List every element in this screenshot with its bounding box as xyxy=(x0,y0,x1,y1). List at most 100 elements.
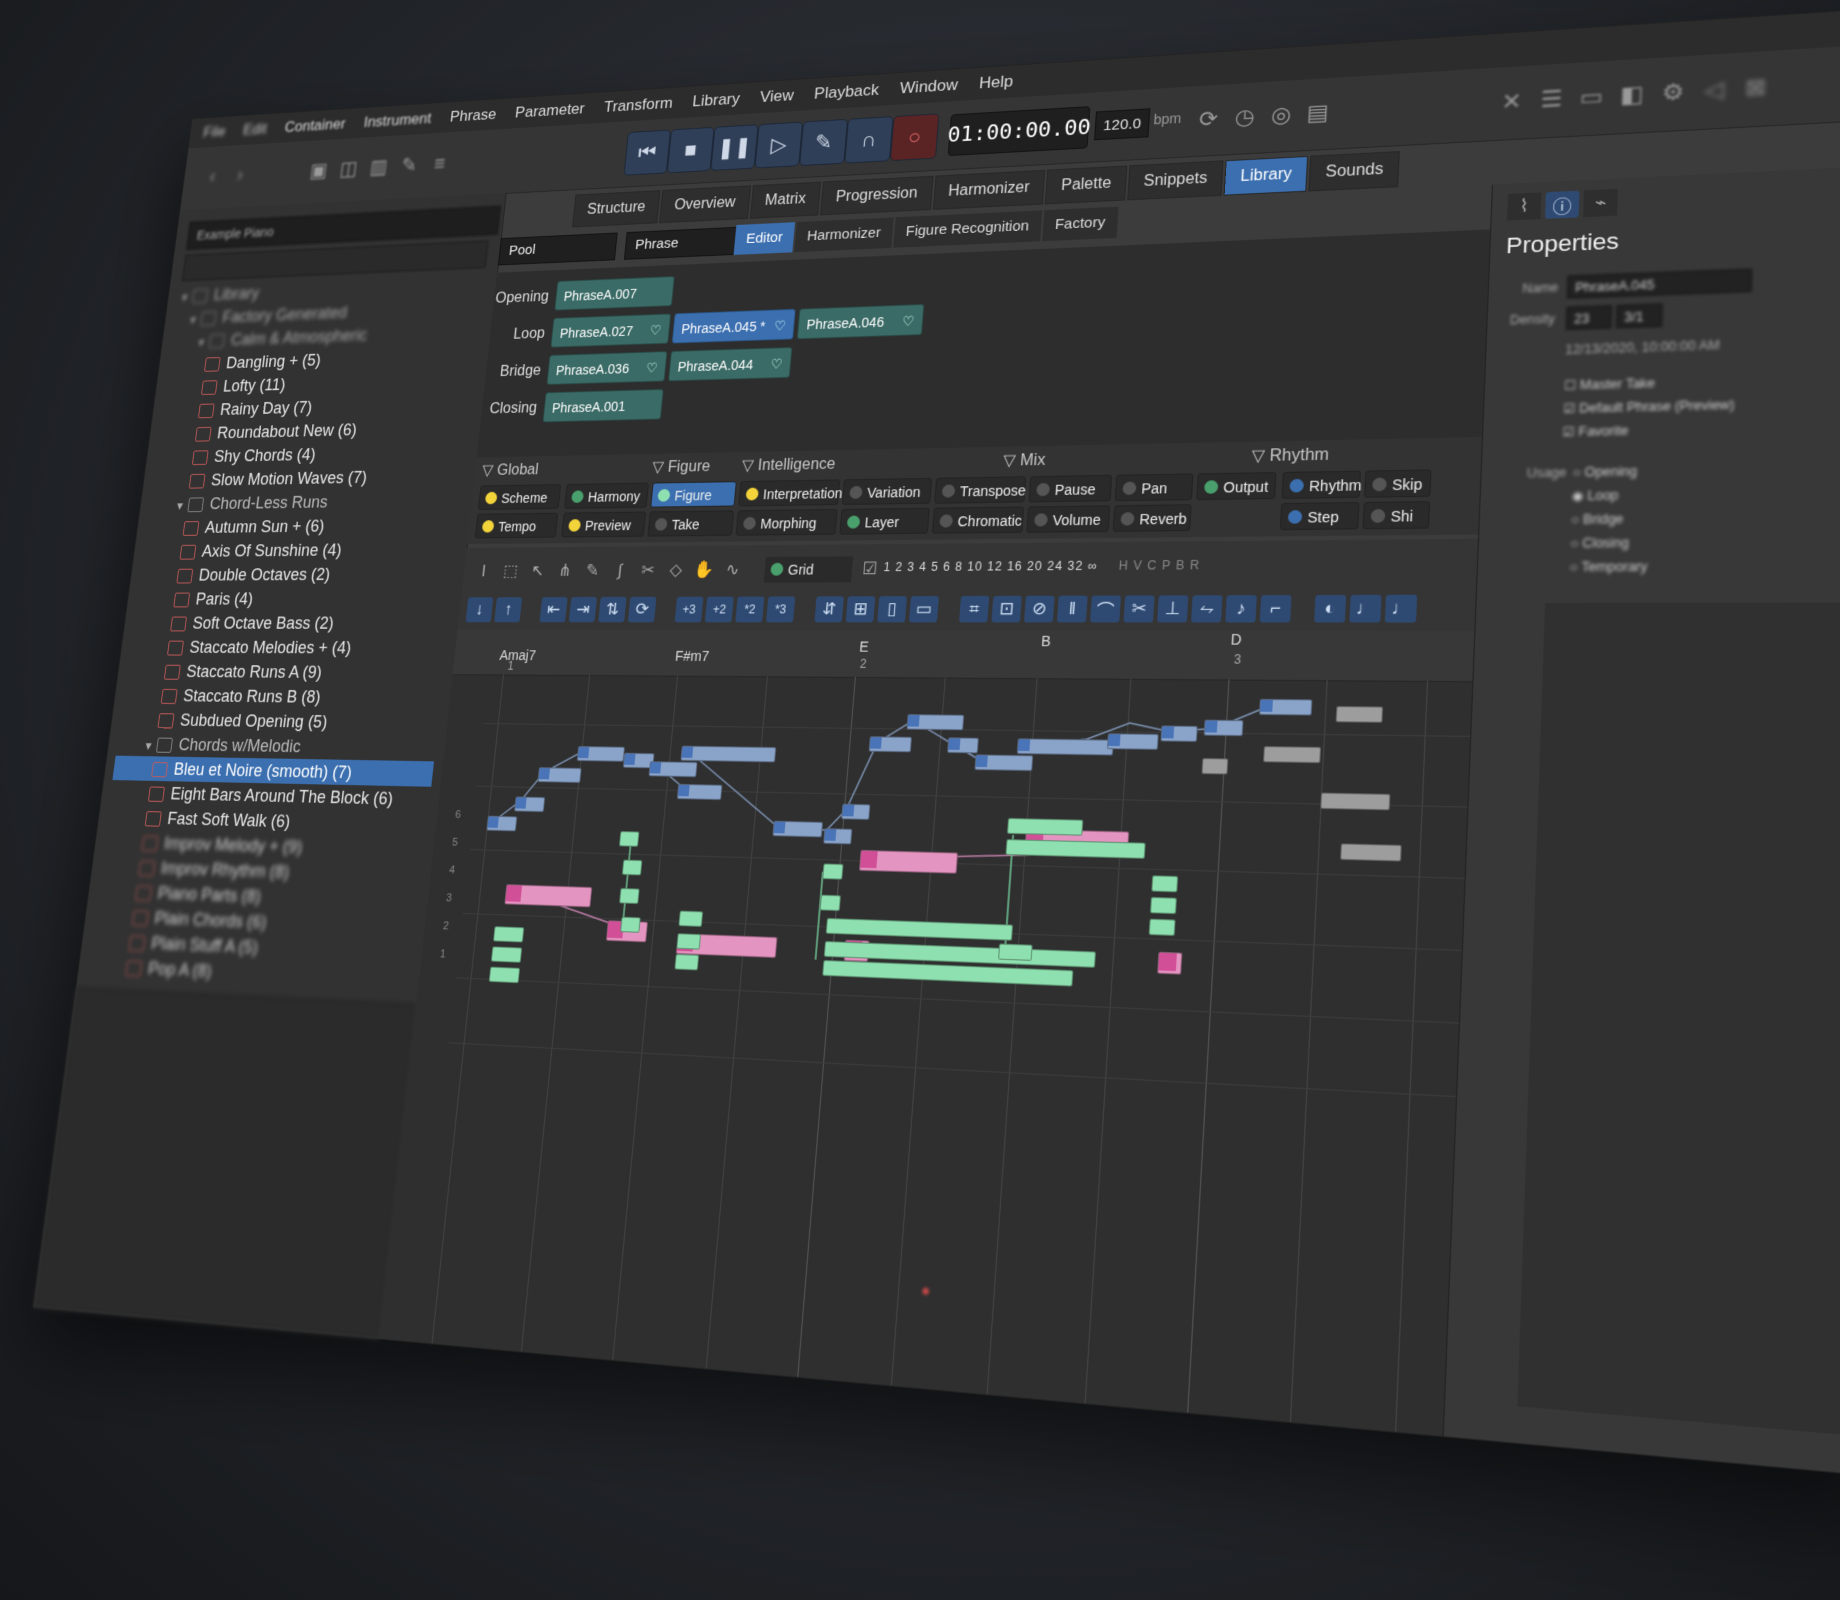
loop-icon[interactable]: ⟳ xyxy=(1192,104,1225,135)
eraser-icon[interactable]: ◇ xyxy=(661,558,690,584)
timecode-display[interactable]: 01:00:00.00 xyxy=(947,106,1092,157)
note-gray[interactable] xyxy=(1335,706,1384,723)
tab-snippets[interactable]: Snippets xyxy=(1127,160,1224,201)
phrase-chip[interactable]: PhraseA.046 ♡ xyxy=(796,304,925,340)
plus3-button[interactable]: +3 xyxy=(674,596,704,623)
pen-button[interactable]: ✎ xyxy=(799,118,849,167)
chip-transpose[interactable]: Transpose xyxy=(934,476,1027,504)
density-field-1[interactable]: 23 xyxy=(1565,305,1613,330)
graph-tab-icon[interactable]: ⌇ xyxy=(1507,192,1542,221)
rewind-button[interactable]: ⏮ xyxy=(623,129,672,176)
note-pink[interactable] xyxy=(859,849,959,874)
usage-temporary-radio[interactable]: ○ Temporary xyxy=(1569,559,1648,575)
chip-harmony[interactable]: Harmony xyxy=(564,482,649,509)
tab-progression[interactable]: Progression xyxy=(820,175,934,216)
phrase-chip[interactable]: PhraseA.027 ♡ xyxy=(550,313,672,348)
note-green[interactable] xyxy=(1006,817,1084,836)
note-green[interactable] xyxy=(998,943,1033,961)
close-panel-icon[interactable]: ⊠ xyxy=(1738,71,1773,104)
disclosure-arrow-icon[interactable]: ▼ xyxy=(142,734,155,759)
master-take-checkbox[interactable]: ☐ Master Take xyxy=(1564,376,1656,393)
note-green[interactable] xyxy=(493,926,525,943)
chip-figure[interactable]: Figure xyxy=(650,481,737,508)
column-icon[interactable]: ▯ xyxy=(877,596,908,623)
piano-roll[interactable]: Amaj7 F#m7 E B D 1 2 3 6 5 4 3 2 1 xyxy=(379,629,1475,1436)
note-blue[interactable] xyxy=(1106,733,1159,750)
clock-icon[interactable]: ◷ xyxy=(1228,102,1261,133)
times3-button[interactable]: *3 xyxy=(765,596,796,623)
tab-library[interactable]: Library xyxy=(1223,155,1309,196)
menu-library[interactable]: Library xyxy=(692,90,741,111)
note-blue[interactable] xyxy=(868,736,912,753)
note-blue[interactable] xyxy=(1160,725,1198,742)
phrase-chip[interactable]: PhraseA.001 xyxy=(542,388,664,423)
scissors-icon[interactable]: ✂ xyxy=(634,558,663,583)
note-green[interactable] xyxy=(618,831,640,847)
ruler-icon[interactable]: ▭ xyxy=(908,596,939,623)
tab-overview[interactable]: Overview xyxy=(658,185,751,224)
note-blue[interactable] xyxy=(772,820,824,838)
tree-item[interactable]: Staccato Runs B (8) xyxy=(122,683,442,711)
phrase-chip[interactable]: PhraseA.044 ♡ xyxy=(668,347,793,382)
subtab-editor[interactable]: Editor xyxy=(733,222,796,255)
note-blue[interactable] xyxy=(1203,719,1244,737)
usage-opening-radio[interactable]: ○ Opening xyxy=(1572,464,1637,480)
tag-tab-icon[interactable]: ⌁ xyxy=(1583,188,1618,218)
menu-parameter[interactable]: Parameter xyxy=(514,100,585,122)
crop-icon[interactable]: ⌗ xyxy=(959,595,990,623)
record-button[interactable]: ○ xyxy=(889,113,940,162)
stop-button[interactable]: ■ xyxy=(666,126,715,174)
subtab-figure-recognition[interactable]: Figure Recognition xyxy=(892,210,1042,248)
chip-rhythm[interactable]: Rhythm xyxy=(1281,470,1362,499)
pencil-icon[interactable]: ✎ xyxy=(578,558,606,583)
pool-select[interactable]: Pool xyxy=(497,232,618,266)
curve-icon[interactable]: ∿ xyxy=(718,557,747,583)
menu-file[interactable]: File xyxy=(202,123,226,142)
menu-edit[interactable]: Edit xyxy=(242,120,268,139)
density-field-2[interactable]: 3/1 xyxy=(1615,303,1663,329)
subtab-factory[interactable]: Factory xyxy=(1041,206,1119,242)
note-plus-icon[interactable]: ♩ xyxy=(1384,594,1418,623)
note-blue[interactable] xyxy=(648,761,698,778)
forward-icon[interactable]: › xyxy=(226,161,254,188)
disclosure-arrow-icon[interactable]: ▼ xyxy=(178,286,191,309)
grid-check-icon[interactable]: ☑ xyxy=(855,556,885,582)
select-box-icon[interactable]: ⬚ xyxy=(497,559,525,584)
tie-icon[interactable]: ⌒ xyxy=(1090,595,1122,623)
menu-help[interactable]: Help xyxy=(978,72,1013,93)
menu-transform[interactable]: Transform xyxy=(603,94,673,116)
pitch-icon[interactable]: ⊥ xyxy=(1157,595,1189,623)
menu-view[interactable]: View xyxy=(759,86,794,107)
note-green[interactable] xyxy=(619,888,640,904)
note-green[interactable] xyxy=(822,863,844,880)
note-green[interactable] xyxy=(1148,918,1176,936)
section-global[interactable]: ▽ Global xyxy=(481,460,539,480)
info-tab-icon[interactable]: ⓘ xyxy=(1544,190,1580,219)
plus2-button[interactable]: +2 xyxy=(704,596,734,623)
tempo-field[interactable]: 120.0 xyxy=(1093,108,1151,141)
guitar-icon[interactable]: ♪ xyxy=(1225,595,1257,623)
note-green[interactable] xyxy=(676,933,702,950)
usage-closing-radio[interactable]: ○ Closing xyxy=(1570,535,1629,551)
heart-icon[interactable]: ♡ xyxy=(901,305,916,336)
note-blue[interactable] xyxy=(1016,738,1114,756)
tab-sounds[interactable]: Sounds xyxy=(1308,151,1401,192)
chip-skip[interactable]: Skip xyxy=(1364,469,1432,498)
chip-variation[interactable]: Variation xyxy=(841,477,933,505)
chip-pause[interactable]: Pause xyxy=(1028,474,1113,503)
usage-loop-radio[interactable]: ◉ Loop xyxy=(1571,488,1618,504)
tree-item[interactable]: Staccato Melodies + (4) xyxy=(129,635,448,661)
note-blue[interactable] xyxy=(514,796,546,813)
note-blue[interactable] xyxy=(947,737,979,754)
headphones-button[interactable]: ∩ xyxy=(844,116,894,164)
subtab-harmonizer[interactable]: Harmonizer xyxy=(794,217,894,253)
tab-harmonizer[interactable]: Harmonizer xyxy=(932,169,1046,210)
phrase-chip[interactable]: PhraseA.036 ♡ xyxy=(546,351,668,385)
section-mix[interactable]: ▽ Mix xyxy=(1003,450,1047,471)
tree-item[interactable]: Staccato Runs A (9) xyxy=(125,659,445,686)
tree-item[interactable]: Axis Of Sunshine (4) xyxy=(141,537,459,564)
usage-bridge-radio[interactable]: ○ Bridge xyxy=(1571,511,1624,527)
heart-icon[interactable]: ♡ xyxy=(773,310,788,341)
edit-icon[interactable]: ✎ xyxy=(395,151,424,179)
sort-icon[interactable]: ⇵ xyxy=(814,596,844,623)
